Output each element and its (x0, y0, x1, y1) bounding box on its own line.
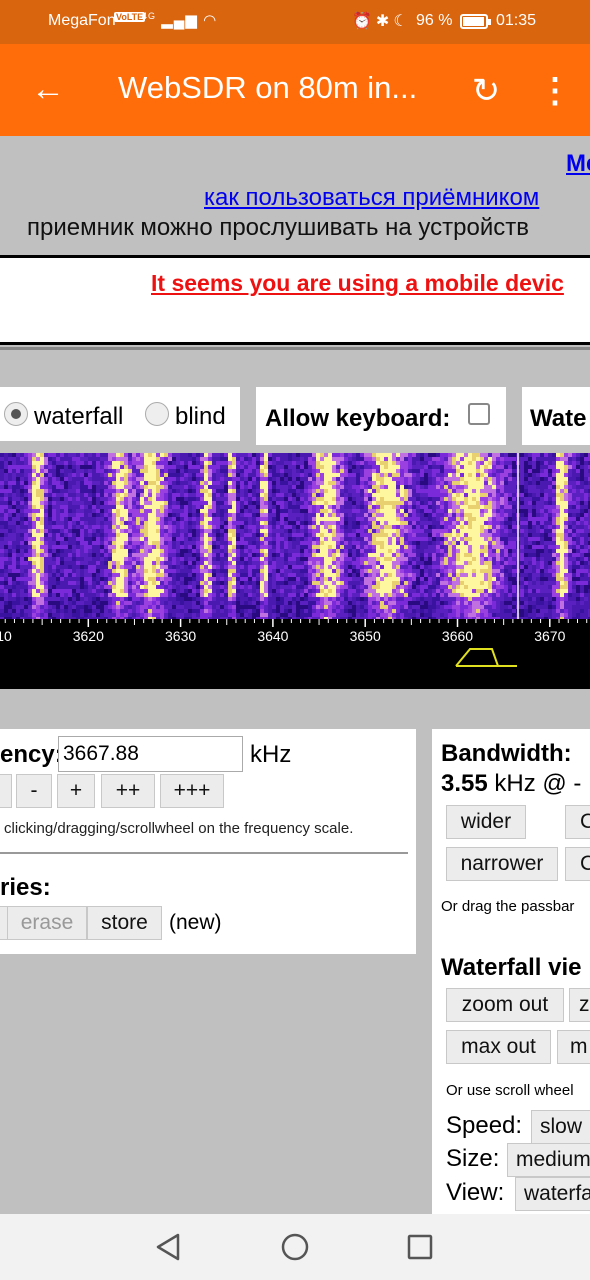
freq-plusplus-button[interactable]: ++ (101, 774, 155, 808)
freq-plus-button[interactable]: + (57, 774, 95, 808)
scale-tick-label: 3650 (350, 628, 381, 644)
zoom-in-button[interactable]: z (569, 988, 590, 1022)
scale-tick-labels: 10 3620 3630 3640 3650 3660 3670 (0, 628, 566, 644)
waterfall-radio-label: waterfall (34, 403, 124, 430)
view-select[interactable]: waterfa (515, 1177, 590, 1211)
nav-back-icon[interactable] (148, 1227, 188, 1267)
more-vert-icon[interactable]: ⋮ (538, 72, 572, 112)
alarm-icon: ⏰ (352, 13, 376, 30)
waterfall-radio[interactable] (4, 402, 28, 426)
scale-tick-label: 3630 (165, 628, 196, 644)
allow-keyboard-label: Allow keyboard: (265, 405, 451, 432)
waterfall-display[interactable] (0, 453, 590, 619)
freq-minus-button[interactable]: - (16, 774, 52, 808)
waterfall-settings-panel: Wate (522, 387, 590, 445)
frequency-hint: clicking/dragging/scrollwheel on the fre… (4, 820, 354, 837)
bandwidth-unit: kHz @ - (494, 770, 582, 797)
top-link-partial[interactable]: Me (566, 150, 590, 178)
view-mode-panel: waterfall blind (0, 387, 240, 441)
status-bar: MegaFon VoLTE 4G ▂▄▆ ◠ ⏰✱☾ 96 % 01:35 (0, 0, 590, 44)
blind-radio[interactable] (145, 402, 169, 426)
mobile-warning-link[interactable]: It seems you are using a mobile devic (151, 270, 564, 297)
refresh-icon[interactable]: ↻ (466, 72, 506, 112)
bandwidth-c2-button[interactable]: C (565, 847, 590, 881)
freq-plusplusplus-button[interactable]: +++ (160, 774, 224, 808)
scale-tick-label: 3660 (442, 628, 473, 644)
frequency-unit: kHz (250, 741, 292, 768)
max-in-button[interactable]: m (557, 1030, 590, 1064)
frequency-label: ency: (0, 741, 63, 768)
info-text: приемник можно прослушивать на устройств (27, 214, 529, 241)
memories-label: ries: (0, 874, 51, 901)
bandwidth-value: 3.55 (441, 770, 488, 797)
waterfall-spectrogram[interactable] (0, 453, 590, 619)
scale-ticks (4, 619, 588, 627)
memory-store-button[interactable]: store (87, 906, 162, 940)
view-label: View: (446, 1179, 505, 1206)
mobile-warning-box: It seems you are using a mobile devic (0, 255, 590, 345)
frequency-scale[interactable]: 10 3620 3630 3640 3650 3660 3670 (0, 619, 590, 689)
waterfall-view-hint: Or use scroll wheel (446, 1082, 574, 1099)
blind-radio-label: blind (175, 403, 226, 430)
scale-tick-label: 10 (0, 628, 12, 644)
web-content[interactable]: Me как пользоваться приёмником приемник … (0, 136, 590, 1214)
howto-link[interactable]: как пользоваться приёмником (204, 184, 539, 212)
speed-select[interactable]: slow (531, 1110, 590, 1144)
allow-keyboard-checkbox[interactable] (468, 403, 490, 425)
keyboard-panel: Allow keyboard: (256, 387, 506, 445)
app-bar: ← WebSDR on 80m in... ↻ ⋮ (0, 44, 590, 136)
wider-button[interactable]: wider (446, 805, 526, 839)
scale-tick-label: 3620 (73, 628, 104, 644)
narrower-button[interactable]: narrower (446, 847, 558, 881)
wifi-icon: ◠ (203, 12, 218, 29)
memory-erase-button[interactable]: erase (7, 906, 87, 940)
divider (0, 347, 590, 350)
nav-recents-icon[interactable] (400, 1227, 440, 1267)
bandwidth-readout: 3.55 kHz @ - (441, 770, 581, 798)
waterfall-view-title: Waterfall vie (441, 954, 582, 981)
speed-label: Speed: (446, 1112, 523, 1139)
memory-new-label: (new) (169, 911, 222, 934)
bandwidth-title: Bandwidth: (441, 740, 572, 767)
carrier-name: MegaFon (48, 12, 116, 29)
battery-fill (463, 17, 484, 26)
frequency-scale-svg[interactable]: 10 3620 3630 3640 3650 3660 3670 (0, 619, 590, 689)
back-arrow-icon[interactable]: ← (28, 70, 68, 110)
bluetooth-icon: ✱ (375, 13, 394, 30)
network-type-label: 4G (142, 11, 157, 21)
size-label: Size: (446, 1145, 500, 1172)
signal-wifi-icons: 4G ▂▄▆ ◠ (142, 11, 217, 29)
frequency-divider (0, 852, 408, 854)
signal-icon: ▂▄▆ (161, 12, 198, 29)
scale-tick-label: 3670 (534, 628, 565, 644)
max-out-button[interactable]: max out (446, 1030, 551, 1064)
volte-badge: VoLTE (114, 12, 146, 22)
battery-percent: 96 % (416, 12, 453, 29)
system-nav-bar (0, 1214, 590, 1280)
battery-icon (460, 14, 491, 29)
waterfall-settings-label: Wate (530, 405, 587, 432)
size-select[interactable]: medium (507, 1143, 590, 1177)
moon-icon: ☾ (393, 13, 412, 30)
page-title: WebSDR on 80m in... (118, 70, 418, 105)
freq-step-partial-button[interactable] (0, 774, 12, 808)
clock: 01:35 (496, 12, 537, 29)
passband-marker[interactable] (455, 648, 500, 667)
zoom-out-button[interactable]: zoom out (446, 988, 564, 1022)
scale-tick-label: 3640 (257, 628, 288, 644)
bandwidth-c1-button[interactable]: C (565, 805, 590, 839)
bandwidth-hint: Or drag the passbar (441, 898, 575, 915)
status-icons: ⏰✱☾ (352, 11, 412, 31)
frequency-input[interactable] (58, 736, 243, 772)
nav-home-icon[interactable] (275, 1227, 315, 1267)
